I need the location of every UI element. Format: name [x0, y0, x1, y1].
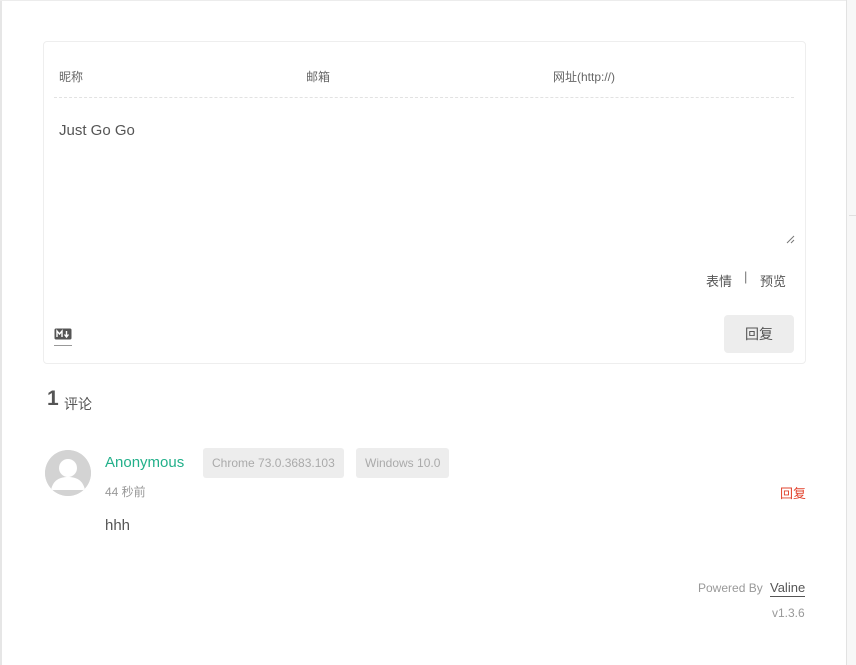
default-avatar-icon [45, 450, 91, 496]
submit-reply-button[interactable]: 回复 [724, 315, 794, 353]
website-input[interactable]: 网址(http://) [553, 68, 615, 85]
os-badge: Windows 10.0 [356, 448, 450, 478]
fields-divider [54, 97, 794, 98]
comment-count-label: 评论 [64, 396, 92, 412]
markdown-icon[interactable] [54, 328, 72, 340]
page-frame-top [0, 0, 847, 1]
comment-reply-link[interactable]: 回复 [780, 483, 806, 502]
comment-body: hhh [105, 517, 131, 534]
browser-badge: Chrome 73.0.3683.103 [203, 448, 344, 478]
powered-by-label: Powered By [698, 581, 763, 595]
markdown-underline [54, 345, 72, 346]
page-frame-left [0, 0, 2, 665]
emoji-button[interactable]: 表情 [706, 271, 732, 290]
comment-textarea[interactable]: Just Go Go [59, 122, 135, 139]
version-label: v1.3.6 [772, 606, 805, 620]
nickname-input[interactable]: 昵称 [59, 68, 83, 85]
email-input[interactable]: 邮箱 [306, 68, 330, 85]
comment-time: 44 秒前 [105, 485, 146, 499]
preview-button[interactable]: 预览 [760, 271, 786, 290]
comment-count: 1 [47, 387, 59, 410]
resize-grip-icon[interactable] [785, 234, 795, 244]
toolbar-separator: | [744, 269, 748, 284]
scroll-gutter-mark [849, 215, 856, 216]
comment-author-link[interactable]: Anonymous [105, 454, 184, 471]
scroll-gutter [847, 0, 856, 665]
valine-link[interactable]: Valine [770, 580, 806, 597]
comment-form: 昵称 邮箱 网址(http://) Just Go Go 表情 | 预览 回复 [43, 41, 806, 364]
